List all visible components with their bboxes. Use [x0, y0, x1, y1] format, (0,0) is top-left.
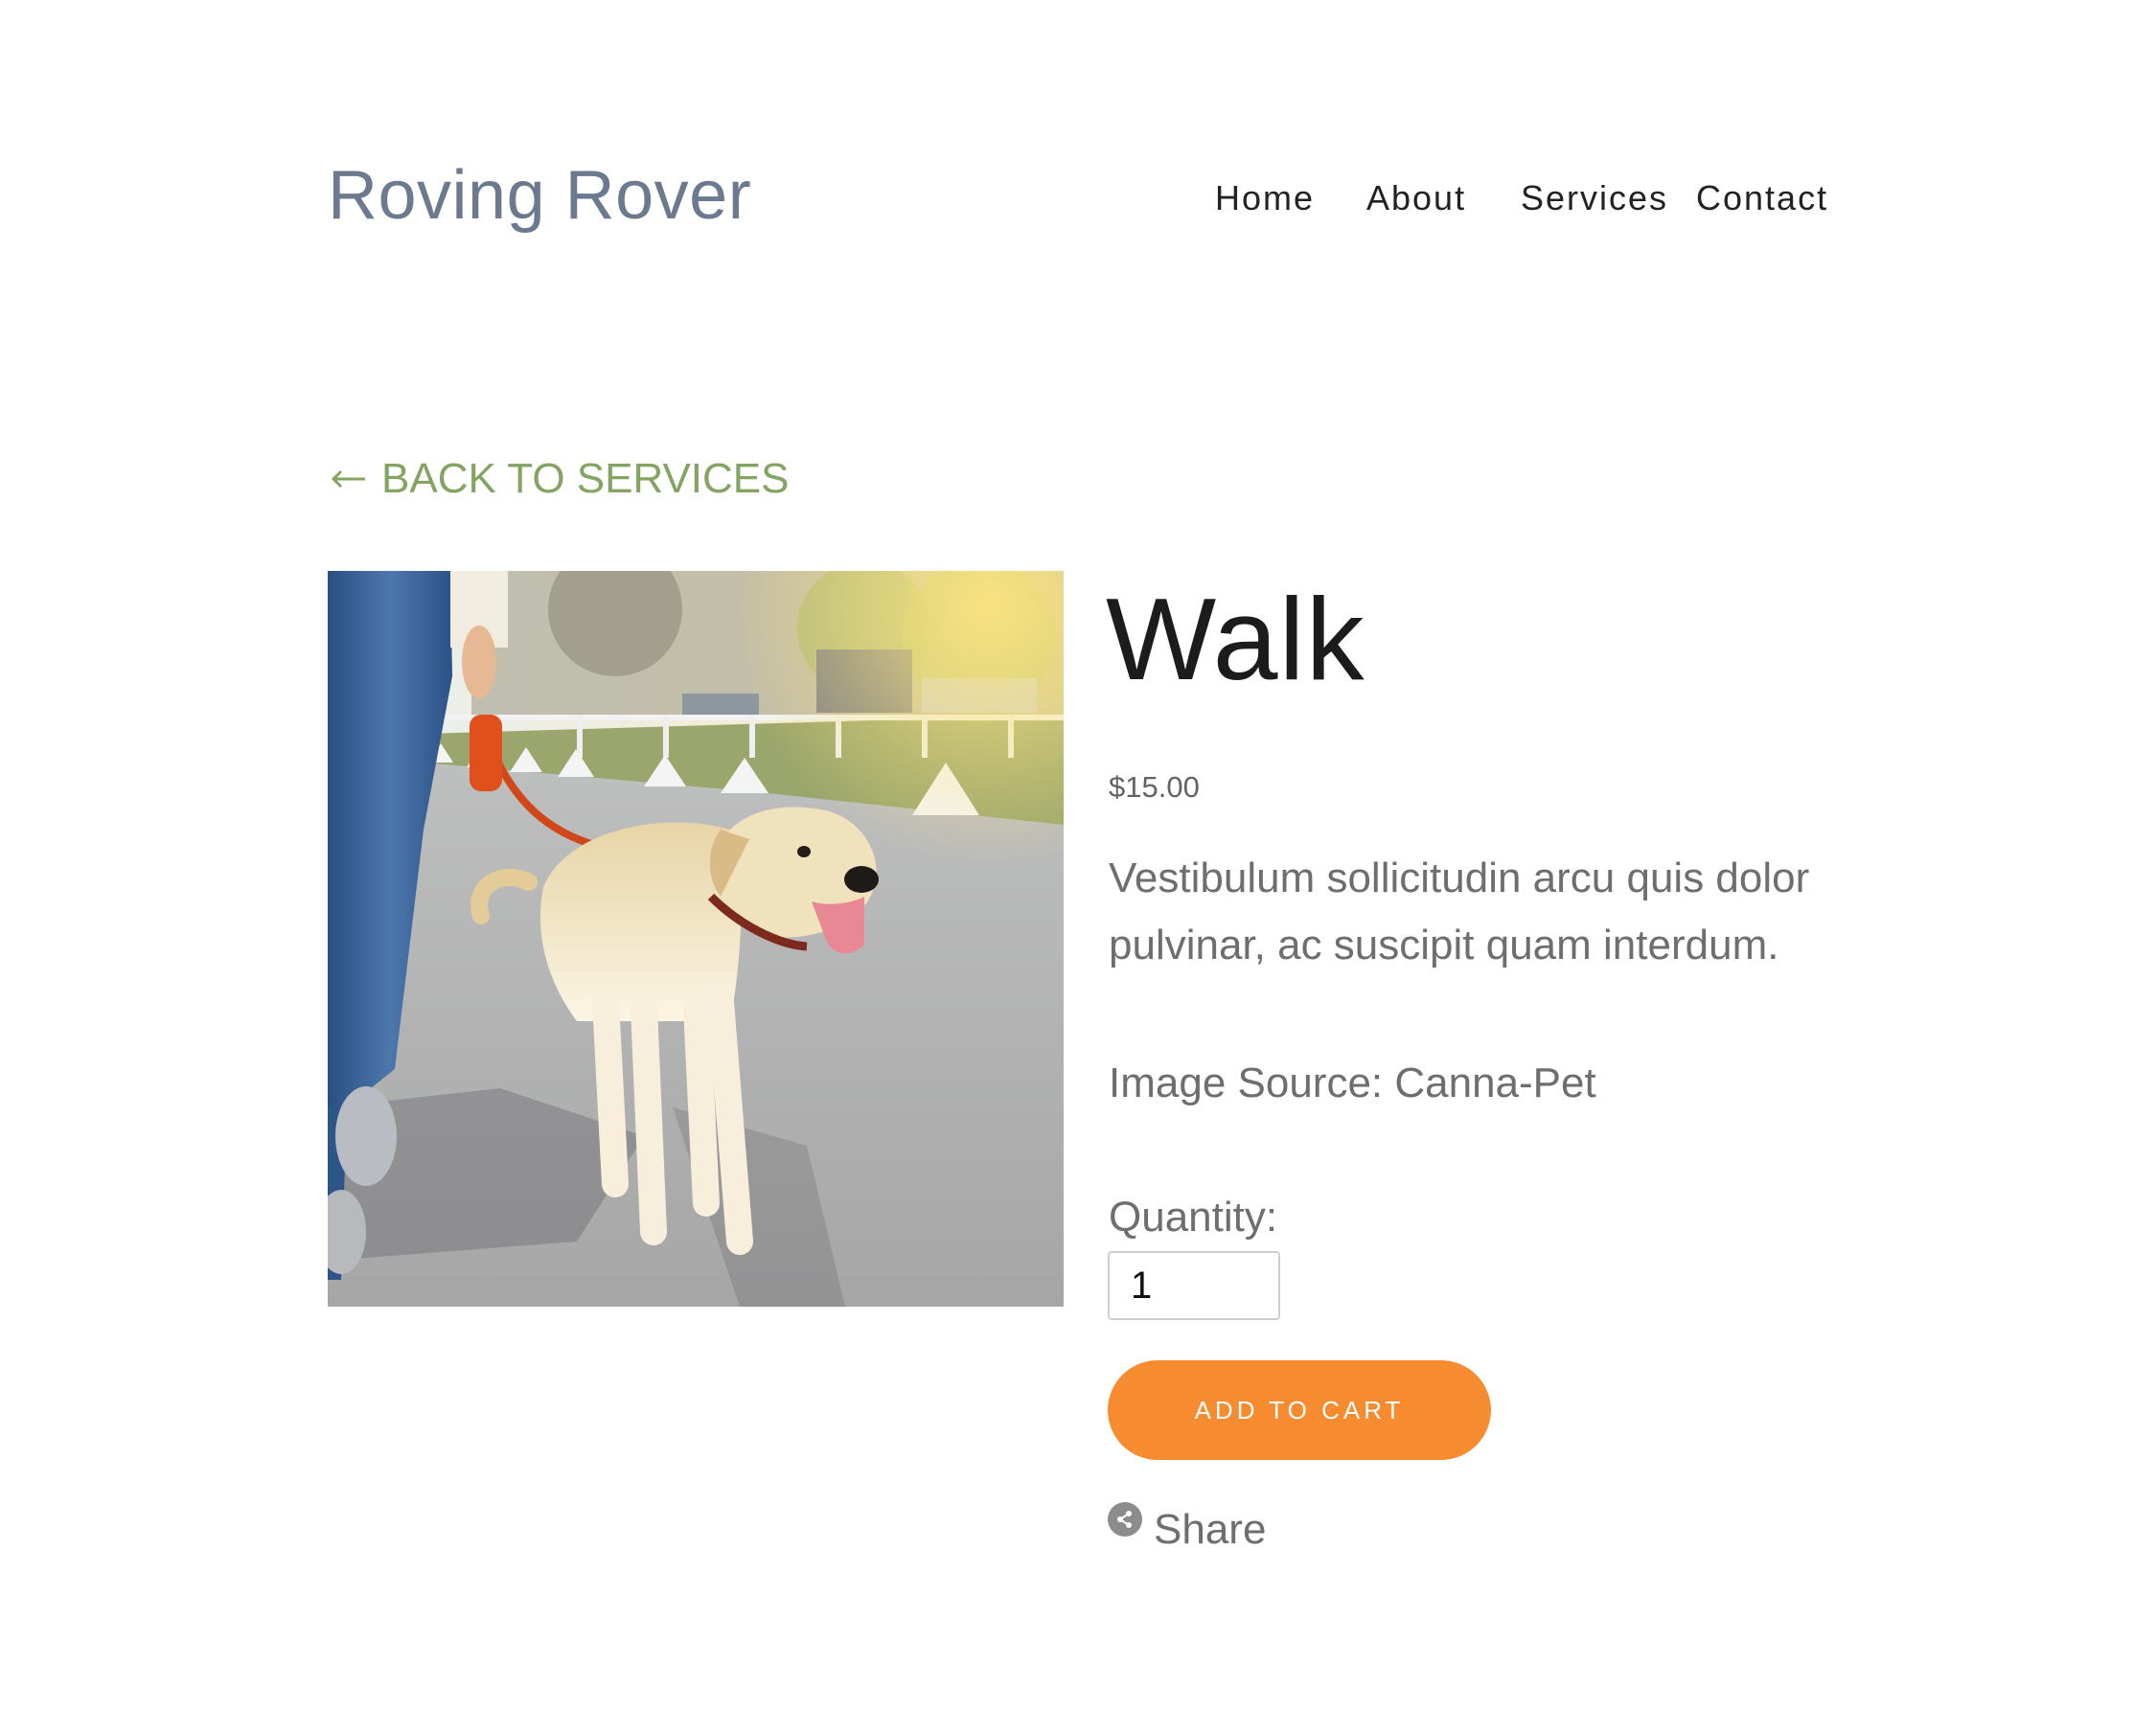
nav-link-home[interactable]: Home	[1215, 174, 1315, 222]
quantity-label: Quantity:	[1109, 1194, 1278, 1241]
nav-link-services[interactable]: Services	[1521, 174, 1668, 222]
share-icon	[1108, 1502, 1142, 1537]
product-description: Vestibulum sollicitudin arcu quis dolor …	[1109, 855, 1810, 969]
quantity-input[interactable]	[1108, 1251, 1280, 1320]
nav-link-contact[interactable]: Contact	[1696, 174, 1828, 222]
product-price: $15.00	[1109, 770, 1200, 804]
back-link-label: BACK TO SERVICES	[381, 455, 790, 502]
share-label: Share	[1154, 1506, 1267, 1553]
product-name: Walk	[1106, 574, 1365, 704]
nav-link-about[interactable]: About	[1366, 174, 1466, 222]
left-arrow-icon	[331, 469, 365, 489]
product-image	[328, 571, 1064, 1307]
main-nav: Home About Services Contact	[1215, 174, 1847, 222]
image-source-credit: Image Source: Canna-Pet	[1109, 1060, 1596, 1106]
share-button[interactable]: Share	[1108, 1496, 1266, 1563]
site-title[interactable]: Roving Rover	[328, 161, 751, 230]
back-to-services-link[interactable]: BACK TO SERVICES	[330, 452, 790, 506]
add-to-cart-button[interactable]: ADD TO CART	[1108, 1360, 1491, 1460]
